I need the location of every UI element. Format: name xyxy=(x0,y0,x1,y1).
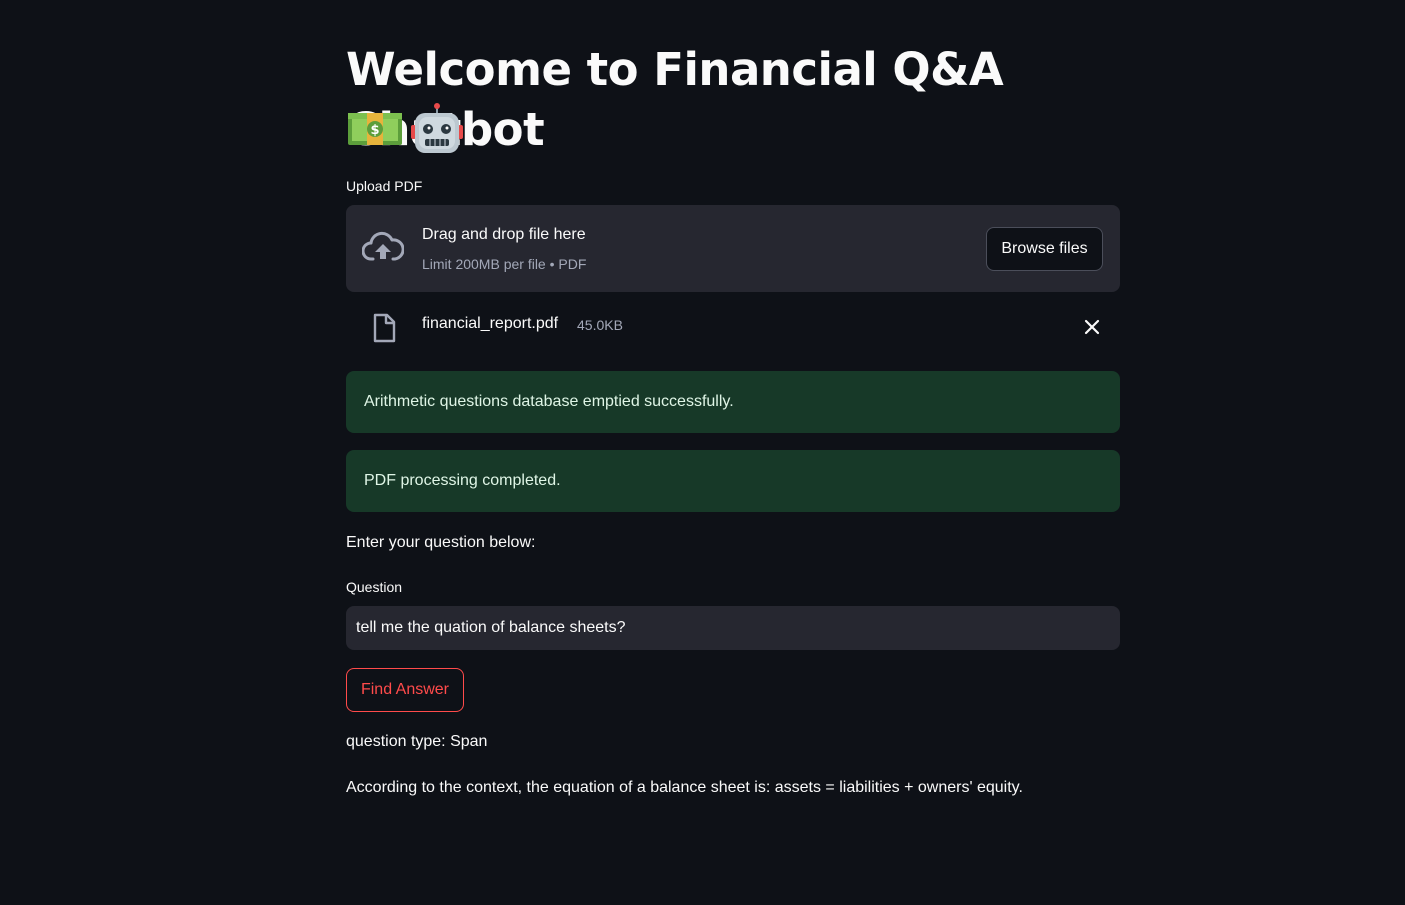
success-alert-database: Arithmetic questions database emptied su… xyxy=(346,371,1120,433)
robot-icon xyxy=(411,103,463,153)
upload-label: Upload PDF xyxy=(346,178,423,194)
file-icon xyxy=(373,313,396,343)
question-input[interactable] xyxy=(346,606,1120,650)
file-name: financial_report.pdf xyxy=(422,315,559,332)
question-prompt: Enter your question below: xyxy=(346,534,536,551)
close-icon[interactable] xyxy=(1082,317,1102,337)
money-icon: $ xyxy=(348,113,402,145)
answer-text: According to the context, the equation o… xyxy=(346,779,1023,796)
question-label: Question xyxy=(346,579,403,595)
uploaded-file-row: financial_report.pdf 45.0KB xyxy=(346,305,1120,349)
success-alert-pdf: PDF processing completed. xyxy=(346,450,1120,512)
dropzone-subtitle: Limit 200MB per file • PDF xyxy=(422,256,587,272)
cloud-upload-icon xyxy=(362,231,404,261)
file-dropzone[interactable]: Drag and drop file here Limit 200MB per … xyxy=(346,205,1120,292)
dropzone-title: Drag and drop file here xyxy=(422,226,586,243)
title-emojis: $ xyxy=(346,100,466,160)
file-size: 45.0KB xyxy=(577,317,623,333)
browse-files-button[interactable]: Browse files xyxy=(986,227,1103,271)
question-type-text: question type: Span xyxy=(346,733,488,750)
svg-text:$: $ xyxy=(370,123,379,138)
find-answer-button[interactable]: Find Answer xyxy=(346,668,464,712)
